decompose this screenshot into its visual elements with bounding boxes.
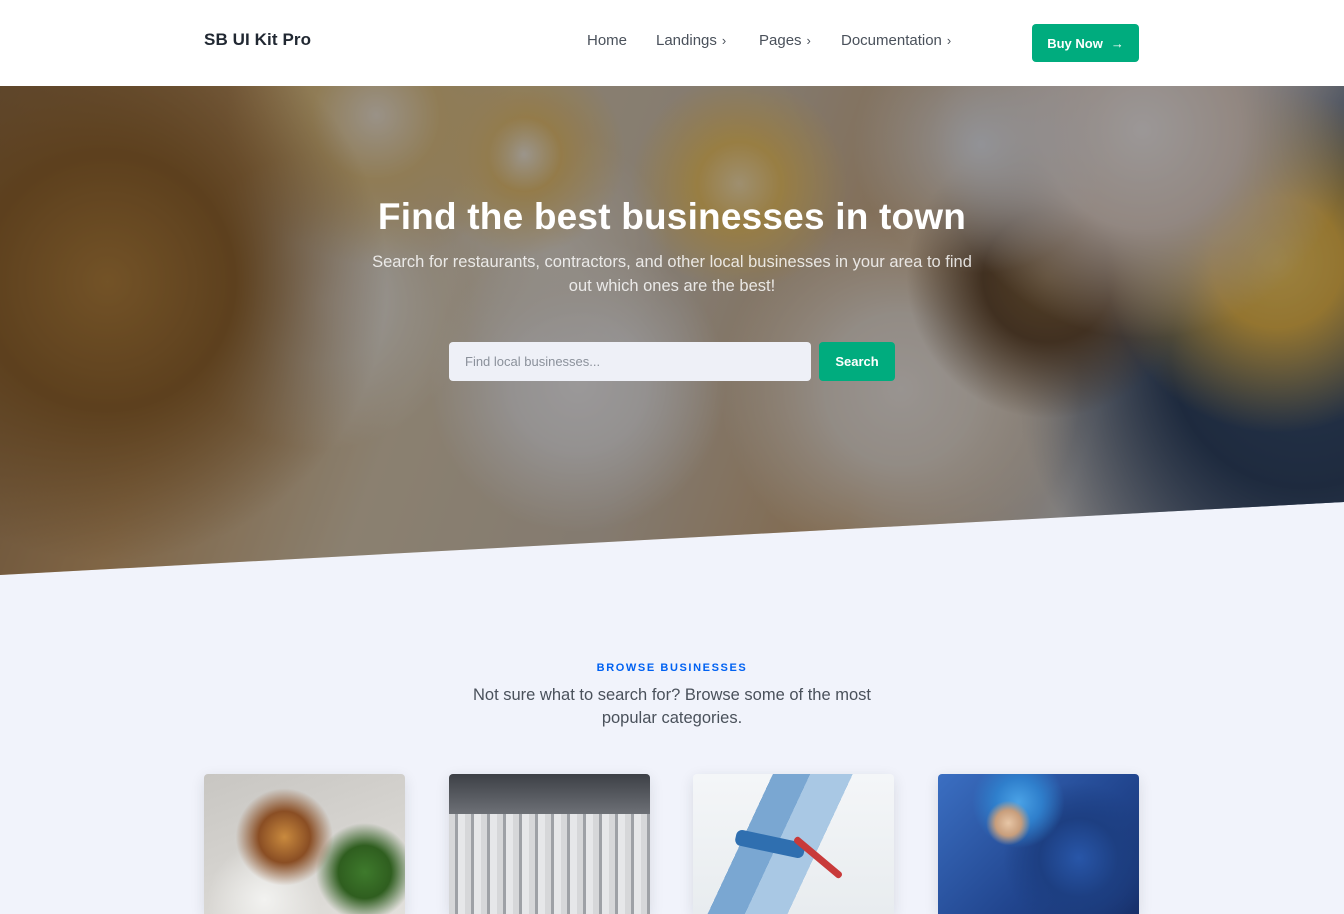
- chevron-right-icon: ›: [806, 33, 811, 48]
- hero-title: Find the best businesses in town: [377, 196, 967, 237]
- category-card-dry-cleaning[interactable]: [449, 774, 650, 914]
- chevron-right-icon: ›: [721, 33, 727, 48]
- paint-roller-image: [734, 828, 806, 860]
- search-input[interactable]: [449, 342, 811, 381]
- nav-item-landings[interactable]: Landings ›: [656, 32, 756, 49]
- nav-item-pages[interactable]: Pages ›: [759, 32, 829, 49]
- navbar: SB UI Kit Pro Home Landings › Pages › Do…: [0, 0, 1344, 86]
- search-button[interactable]: Search: [819, 342, 895, 381]
- nav-item-label: Documentation: [841, 32, 942, 49]
- nav-item-label: Landings: [656, 32, 717, 49]
- nav-item-home[interactable]: Home: [587, 32, 647, 49]
- chevron-right-icon: ›: [946, 33, 952, 48]
- surgery-image: [938, 774, 1139, 914]
- nav-item-documentation[interactable]: Documentation ›: [841, 32, 981, 49]
- dry-cleaning-image: [449, 774, 650, 814]
- section-lead: Not sure what to search for? Browse some…: [472, 686, 871, 727]
- category-card-medical[interactable]: [938, 774, 1139, 914]
- section-overline: BROWSE BUSINESSES: [596, 662, 748, 674]
- buy-now-label: Buy Now: [1047, 35, 1103, 51]
- food-plate-image: [204, 774, 405, 914]
- arrow-right-icon: →: [1110, 35, 1124, 51]
- hero-subtitle: Search for restaurants, contractors, and…: [372, 253, 972, 295]
- nav-item-label: Home: [587, 32, 628, 49]
- hero-section: Find the best businesses in town Search …: [0, 86, 1344, 575]
- category-card-painting[interactable]: [693, 774, 894, 914]
- buy-now-button[interactable]: Buy Now →: [1032, 24, 1139, 62]
- category-card-food[interactable]: [204, 774, 405, 914]
- hero-background-image: [0, 86, 1344, 575]
- brand-logo[interactable]: SB UI Kit Pro: [204, 30, 311, 50]
- nav-item-label: Pages: [759, 32, 802, 49]
